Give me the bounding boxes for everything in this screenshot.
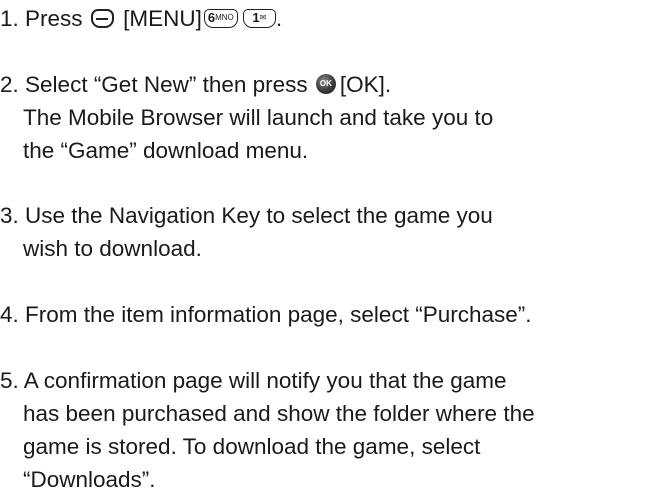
key-1-letters: ✉: [259, 12, 267, 22]
step-2-number: 2.: [0, 72, 19, 97]
step-1-line-1: 1. Press [MENU] 6MNO 1✉.: [0, 2, 640, 35]
step-4-line-1: 4. From the item information page, selec…: [0, 298, 640, 331]
step-3: 3. Use the Navigation Key to select the …: [0, 199, 640, 265]
menu-key-label: [MENU]: [123, 6, 202, 31]
step-2-text-after: [OK].: [339, 72, 392, 97]
step-1-number: 1.: [0, 6, 19, 31]
step-2-line-3: the “Game” download menu.: [23, 138, 309, 163]
step-1-text-before: Press: [25, 6, 83, 31]
step-4-text: From the item information page, select “…: [25, 302, 532, 327]
step-3-line-2: wish to download.: [23, 236, 202, 261]
step-3-number: 3.: [0, 203, 19, 228]
step-2-line-2: The Mobile Browser will launch and take …: [23, 105, 494, 130]
left-softkey-icon: [90, 8, 114, 28]
key-6-mno-icon: 6MNO: [203, 8, 238, 28]
step-3-text: Use the Navigation Key to select the gam…: [25, 203, 493, 228]
instruction-page: 1. Press [MENU] 6MNO 1✉. 2. Select “Get Ne…: [0, 0, 646, 492]
step-4: 4. From the item information page, selec…: [0, 298, 640, 331]
step-1: 1. Press [MENU] 6MNO 1✉.: [0, 2, 640, 35]
ok-key-icon: OK: [315, 74, 336, 95]
key-1-voicemail-icon: 1✉: [242, 8, 276, 28]
step-2-text-before: Select “Get New” then press: [25, 72, 308, 97]
step-5-line-3: game is stored. To download the game, se…: [23, 434, 481, 459]
step-2: 2. Select “Get New” then press OK [OK]. T…: [0, 68, 640, 167]
step-4-number: 4.: [0, 302, 19, 327]
key-1-digit: 1: [252, 9, 260, 25]
step-3-line-1: 3. Use the Navigation Key to select the …: [0, 199, 640, 232]
key-6-letters: MNO: [215, 12, 234, 22]
step-5-text: A confirmation page will notify you that…: [23, 368, 507, 393]
step-5-line-1: 5. A confirmation page will notify you t…: [0, 364, 640, 397]
step-5-line-4: “Downloads”.: [23, 467, 156, 492]
step-5: 5. A confirmation page will notify you t…: [0, 364, 640, 496]
step-2-line-1: 2. Select “Get New” then press OK [OK].: [0, 68, 640, 101]
step-5-number: 5.: [0, 368, 19, 393]
step-1-text-after: .: [275, 6, 283, 31]
step-5-line-2: has been purchased and show the folder w…: [23, 401, 535, 426]
